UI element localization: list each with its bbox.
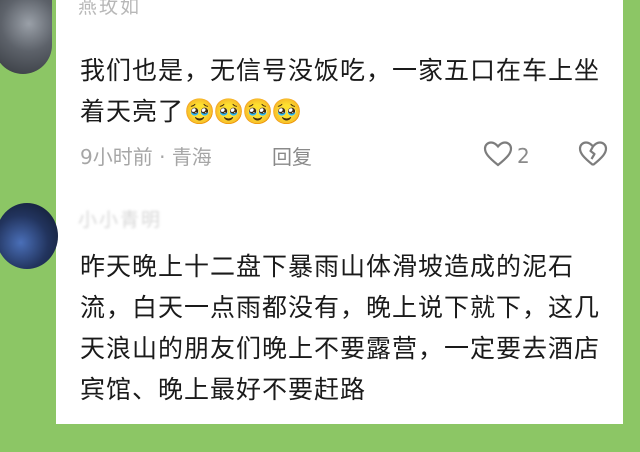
like-count: 2 xyxy=(517,144,530,168)
comment-location: 青海 xyxy=(171,145,212,169)
avatar[interactable] xyxy=(0,0,52,74)
comment-text: 昨天晚上十二盘下暴雨山体滑坡造成的泥石流，白天一点雨都没有，晚上说下就下，这几天… xyxy=(80,252,601,404)
comment-text: 我们也是，无信号没饭吃，一家五口在车上坐着天亮了🥹🥹🥹🥹 xyxy=(80,50,610,132)
background-border xyxy=(0,424,640,452)
crying-emoji-icon: 🥹🥹🥹🥹 xyxy=(184,97,303,126)
meta-separator: · xyxy=(159,145,166,169)
comment-time: 9小时前 xyxy=(80,145,153,169)
comment-username[interactable]: 燕玫如 xyxy=(78,0,141,19)
avatar[interactable] xyxy=(0,203,58,269)
reply-button[interactable]: 回复 xyxy=(272,141,312,170)
comment-username[interactable]: 小小青明 xyxy=(78,205,162,232)
heart-outline-icon[interactable] xyxy=(483,140,513,174)
comment-meta: 9小时前 · 青海 xyxy=(80,141,212,170)
comment-body: 我们也是，无信号没饭吃，一家五口在车上坐着天亮了 xyxy=(80,56,601,126)
broken-heart-icon[interactable] xyxy=(578,140,608,174)
